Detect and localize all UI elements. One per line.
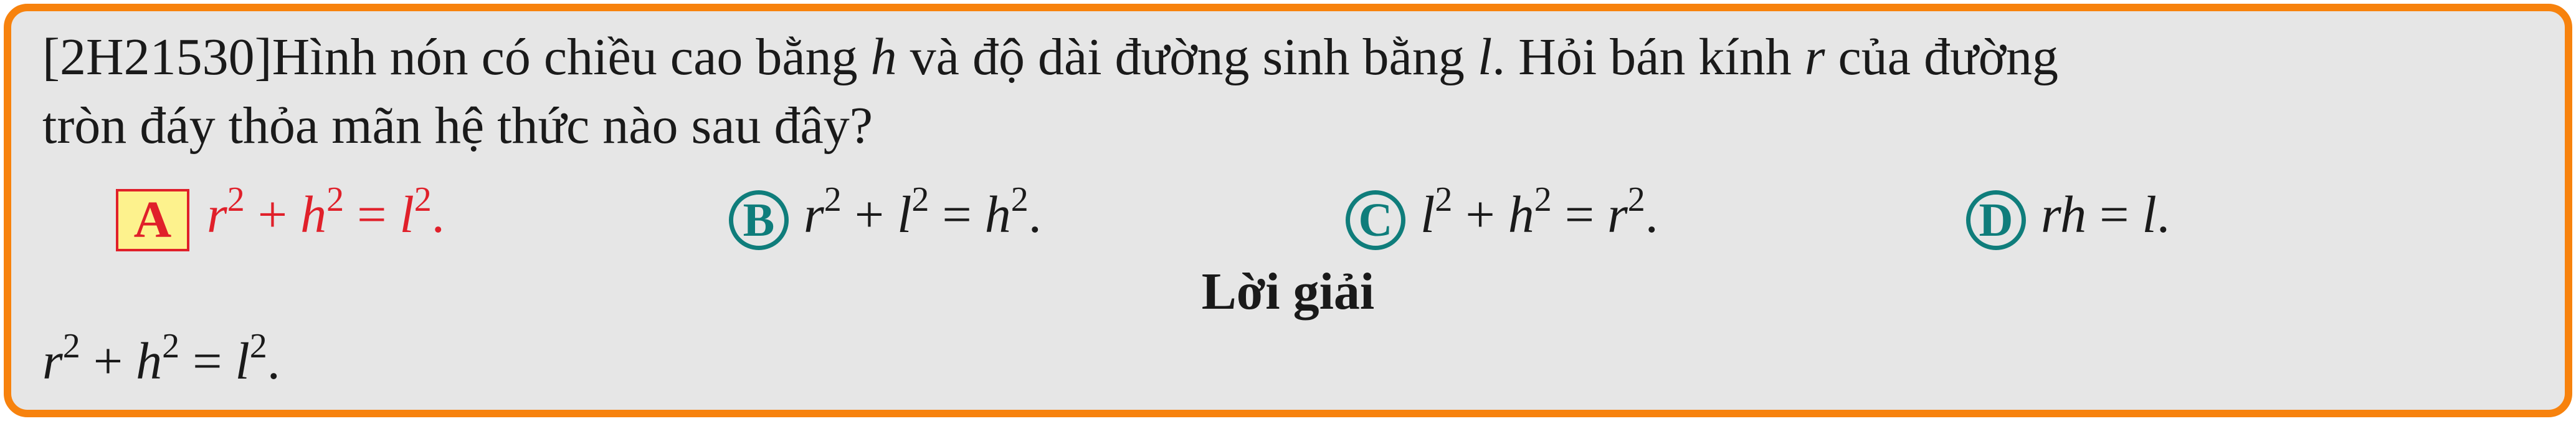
exponent: 2 [1435, 180, 1453, 219]
operator: + [244, 186, 301, 244]
option-c-label-circle: C [1346, 190, 1405, 250]
operator: = [179, 332, 235, 390]
exponent: 2 [227, 180, 245, 219]
formula-term: h [136, 332, 163, 390]
exponent: 2 [1627, 180, 1645, 219]
formula-term: h [984, 186, 1011, 244]
formula-term: l [399, 186, 414, 244]
exponent: 2 [1010, 180, 1029, 219]
period: . [1645, 186, 1658, 244]
operator: = [344, 186, 400, 244]
option-d[interactable]: Drh = l. [1966, 181, 2170, 250]
operator: + [1452, 186, 1508, 244]
formula-term: r [42, 332, 63, 390]
operator: = [1551, 186, 1608, 244]
operator: + [841, 186, 898, 244]
formula-term: r [804, 186, 824, 244]
variable-r: r [1804, 28, 1825, 86]
question-text: [2H21530]Hình nón có chiều cao bằng [42, 28, 871, 86]
period: . [2156, 186, 2170, 244]
option-d-label-circle: D [1966, 190, 2026, 250]
exponent: 2 [162, 327, 180, 365]
formula-term: l [2142, 186, 2157, 244]
question-text: của đường [1825, 28, 2059, 86]
formula-term: rh [2041, 186, 2087, 244]
question-text: . Hỏi bán kính [1492, 28, 1805, 86]
solution-title: Lời giải [1201, 263, 1375, 321]
option-b-label-circle: B [729, 190, 789, 250]
formula-term: h [1508, 186, 1534, 244]
exponent: 2 [249, 327, 267, 365]
option-c[interactable]: Cl2 + h2 = r2. [1346, 180, 1658, 250]
formula-term: l [235, 332, 250, 390]
exponent: 2 [824, 180, 842, 219]
formula-term: r [207, 186, 227, 244]
formula-term: h [300, 186, 327, 244]
period: . [267, 332, 280, 390]
option-b[interactable]: Br2 + l2 = h2. [729, 180, 1042, 250]
variable-l: l [1477, 28, 1493, 86]
formula-term: l [1420, 186, 1435, 244]
question-line-1: [2H21530]Hình nón có chiều cao bằng h và… [42, 26, 2058, 89]
operator: + [80, 332, 136, 390]
period: . [431, 186, 445, 244]
option-a-label-box: A [116, 188, 189, 251]
question-text: và độ dài đường sinh bằng [896, 28, 1478, 86]
option-a[interactable]: Ar2 + h2 = l2. [116, 180, 445, 251]
variable-h: h [870, 28, 897, 86]
exponent: 2 [1534, 180, 1552, 219]
exponent: 2 [326, 180, 345, 219]
operator: = [929, 186, 985, 244]
exponent: 2 [62, 327, 80, 365]
exponent: 2 [414, 180, 432, 219]
formula-term: l [897, 186, 912, 244]
operator: = [2086, 186, 2142, 244]
period: . [1028, 186, 1042, 244]
question-line-2: tròn đáy thỏa mãn hệ thức nào sau đây? [42, 97, 873, 155]
formula-term: r [1607, 186, 1628, 244]
solution-formula: r2 + h2 = l2. [42, 329, 280, 393]
exponent: 2 [911, 180, 929, 219]
